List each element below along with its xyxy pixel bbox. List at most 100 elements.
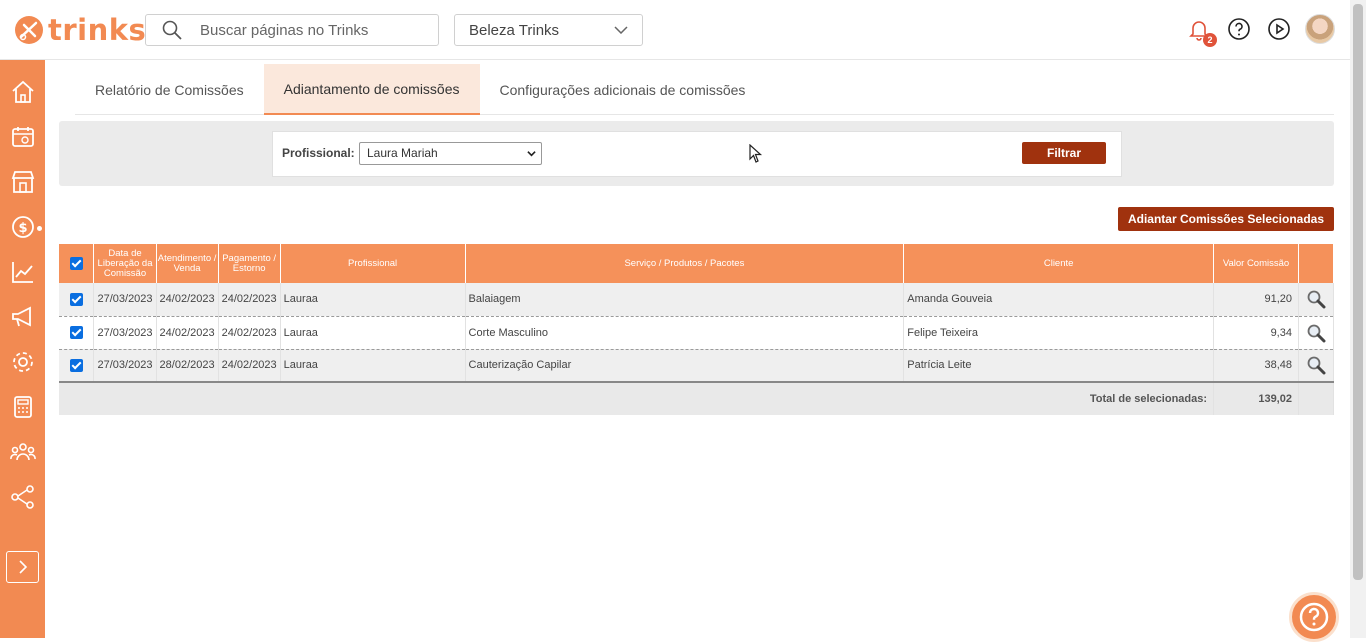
profissional-label: Profissional: xyxy=(282,146,355,160)
store-icon[interactable] xyxy=(10,169,36,195)
cell-profissional: Lauraa xyxy=(280,349,466,383)
home-icon[interactable] xyxy=(10,79,36,105)
cell-cliente: Amanda Gouveia xyxy=(903,283,1215,317)
chevron-down-icon xyxy=(527,151,536,157)
row-details-cell xyxy=(1298,316,1335,350)
adiantar-comissoes-button[interactable]: Adiantar Comissões Selecionadas xyxy=(1118,207,1334,231)
table-header-row: Data de Liberação da Comissão Atendiment… xyxy=(59,244,1335,283)
cell-servico: Cauterização Capilar xyxy=(465,349,905,383)
row-details-cell xyxy=(1298,283,1335,317)
col-pagamento[interactable]: Pagamento / Estorno xyxy=(218,244,281,283)
notifications-button[interactable]: 2 xyxy=(1187,17,1217,47)
cell-liberacao: 27/03/2023 xyxy=(93,349,157,383)
scrollbar-thumb[interactable] xyxy=(1353,4,1363,580)
cell-profissional: Lauraa xyxy=(280,283,466,317)
row-checkbox[interactable] xyxy=(69,358,83,372)
calculator-icon[interactable] xyxy=(10,394,36,420)
user-avatar[interactable] xyxy=(1305,14,1335,44)
filter-box: Profissional: Laura Mariah Filtrar xyxy=(272,131,1122,177)
cell-atendimento: 24/02/2023 xyxy=(156,283,219,317)
help-button[interactable] xyxy=(1227,17,1251,41)
search-input[interactable]: Buscar páginas no Trinks xyxy=(145,14,439,46)
cell-servico: Corte Masculino xyxy=(465,316,905,350)
megaphone-icon[interactable] xyxy=(10,304,36,330)
svg-text:$: $ xyxy=(18,221,27,236)
cell-servico: Balaiagem xyxy=(465,283,905,317)
row-details-cell xyxy=(1298,349,1335,383)
col-profissional[interactable]: Profissional xyxy=(280,244,466,283)
cell-pagamento: 24/02/2023 xyxy=(218,349,281,383)
tutorial-button[interactable] xyxy=(1267,17,1291,41)
profissional-selected: Laura Mariah xyxy=(367,146,438,160)
magnifier-icon[interactable] xyxy=(1306,355,1326,375)
agenda-icon[interactable] xyxy=(10,124,36,150)
cell-pagamento: 24/02/2023 xyxy=(218,283,281,317)
logo-icon xyxy=(15,16,43,44)
cell-profissional: Lauraa xyxy=(280,316,466,350)
logo-text: trinks xyxy=(48,13,147,47)
search-placeholder: Buscar páginas no Trinks xyxy=(200,21,369,39)
trinks-logo[interactable]: trinks xyxy=(14,13,147,47)
magnifier-icon[interactable] xyxy=(1306,323,1326,343)
money-icon[interactable]: $ xyxy=(10,214,36,240)
filter-panel: Profissional: Laura Mariah Filtrar xyxy=(59,121,1334,186)
col-cliente[interactable]: Cliente xyxy=(903,244,1215,283)
row-select-cell xyxy=(59,283,95,317)
team-icon[interactable] xyxy=(10,439,36,465)
establishment-name: Beleza Trinks xyxy=(469,21,560,39)
top-bar: trinks Buscar páginas no Trinks Beleza T… xyxy=(0,0,1350,60)
notification-badge: 2 xyxy=(1203,33,1217,47)
total-row: Total de selecionadas: 139,02 xyxy=(59,381,1335,415)
magnifier-icon[interactable] xyxy=(1306,289,1326,309)
filtrar-button[interactable]: Filtrar xyxy=(1022,142,1106,164)
help-chat-button[interactable] xyxy=(1289,592,1339,642)
cell-valor: 91,20 xyxy=(1213,283,1299,317)
tab-configuracoes-adicionais[interactable]: Configurações adicionais de comissões xyxy=(480,64,766,115)
cell-liberacao: 27/03/2023 xyxy=(93,316,157,350)
chevron-right-icon xyxy=(19,560,28,574)
total-value: 139,02 xyxy=(1213,381,1299,415)
row-checkbox[interactable] xyxy=(69,326,83,339)
select-all-cell xyxy=(59,244,95,283)
page-scrollbar[interactable] xyxy=(1350,0,1366,638)
active-indicator xyxy=(37,226,42,231)
col-liberacao[interactable]: Data de Liberação da Comissão xyxy=(93,244,157,283)
expand-sidebar-button[interactable] xyxy=(6,551,39,583)
tab-adiantamento-comissoes[interactable]: Adiantamento de comissões xyxy=(263,64,480,115)
col-atendimento[interactable]: Atendimento / Venda xyxy=(156,244,219,283)
col-servico[interactable]: Serviço / Produtos / Pacotes xyxy=(465,244,905,283)
share-icon[interactable] xyxy=(10,484,36,510)
table-row: 27/03/2023 24/02/2023 24/02/2023 Lauraa … xyxy=(59,283,1335,317)
establishment-select[interactable]: Beleza Trinks xyxy=(454,14,643,46)
chevron-down-icon xyxy=(614,26,628,34)
profissional-select[interactable]: Laura Mariah xyxy=(359,142,542,165)
play-icon xyxy=(1268,18,1290,40)
col-actions xyxy=(1298,244,1335,283)
select-all-checkbox[interactable] xyxy=(69,257,83,270)
commissions-table: Data de Liberação da Comissão Atendiment… xyxy=(59,244,1335,415)
cell-pagamento: 24/02/2023 xyxy=(218,316,281,350)
settings-icon[interactable] xyxy=(10,349,36,375)
cell-atendimento: 28/02/2023 xyxy=(156,349,219,383)
cell-valor: 9,34 xyxy=(1213,316,1299,350)
col-valor-comissao[interactable]: Valor Comissão xyxy=(1213,244,1299,283)
total-label: Total de selecionadas: xyxy=(59,381,1215,415)
row-select-cell xyxy=(59,349,95,383)
total-empty-cell xyxy=(1298,381,1335,415)
tab-relatorio-comissoes[interactable]: Relatório de Comissões xyxy=(75,64,264,115)
cell-atendimento: 24/02/2023 xyxy=(156,316,219,350)
question-icon xyxy=(1299,602,1329,632)
cell-cliente: Felipe Teixeira xyxy=(903,316,1215,350)
row-checkbox[interactable] xyxy=(69,292,83,306)
mouse-cursor-icon xyxy=(749,144,763,163)
cell-cliente: Patrícia Leite xyxy=(903,349,1215,383)
cell-valor: 38,48 xyxy=(1213,349,1299,383)
chart-icon[interactable] xyxy=(10,259,36,285)
sidebar: $ xyxy=(0,60,45,638)
cell-liberacao: 27/03/2023 xyxy=(93,283,157,317)
search-icon xyxy=(162,20,182,40)
table-row: 27/03/2023 28/02/2023 24/02/2023 Lauraa … xyxy=(59,349,1335,383)
table-row: 27/03/2023 24/02/2023 24/02/2023 Lauraa … xyxy=(59,316,1335,350)
commission-tabs: Relatório de Comissões Adiantamento de c… xyxy=(75,64,1334,115)
question-icon xyxy=(1228,18,1250,40)
